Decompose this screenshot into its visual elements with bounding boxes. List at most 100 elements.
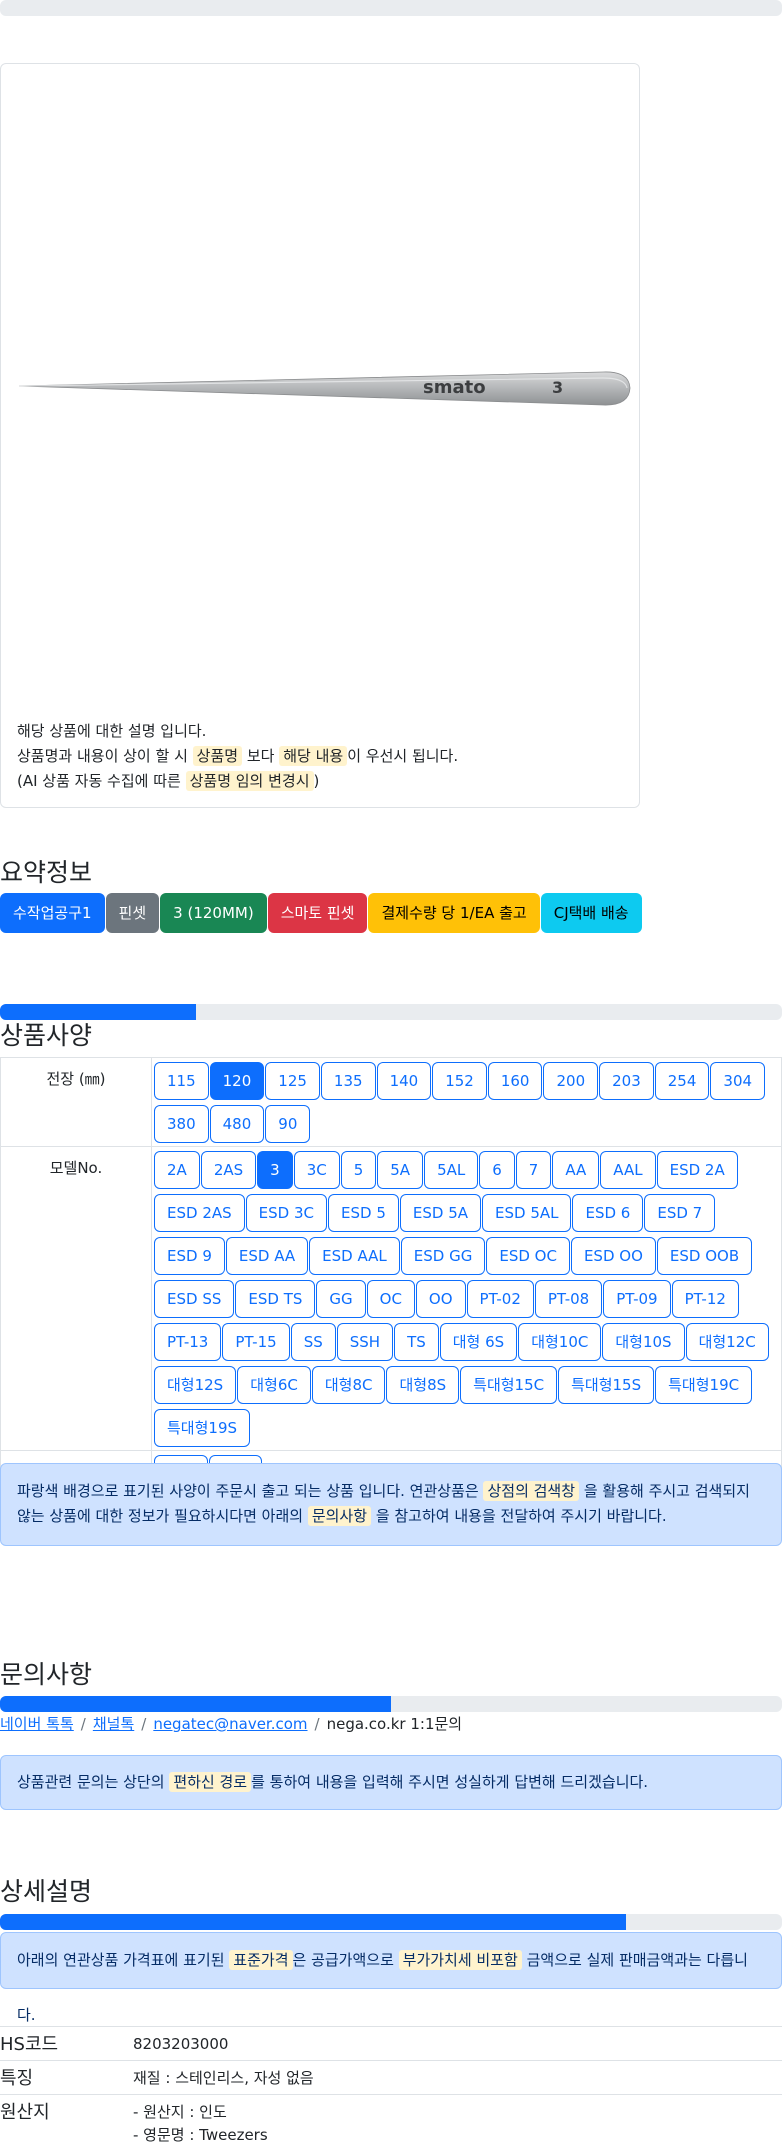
channel-talk-link[interactable]: 채널톡 bbox=[93, 1715, 134, 1733]
spec-option[interactable]: ESD 2AS bbox=[154, 1194, 245, 1232]
spec-option[interactable]: ESD OOB bbox=[656, 1237, 753, 1275]
spec-option[interactable]: PT-02 bbox=[466, 1280, 534, 1318]
inquiry-notice: 상품관련 문의는 상단의 편하신 경로 를 통하여 내용을 입력해 주시면 성실하… bbox=[0, 1755, 782, 1810]
spec-option[interactable]: AA bbox=[552, 1151, 600, 1189]
spec-row-length: 전장 (㎜) 115 120 125 135 140 152 160 200 203 254 304… bbox=[0, 1057, 782, 1147]
spec-option[interactable]: TS bbox=[394, 1323, 439, 1361]
spec-option[interactable]: PT-15 bbox=[222, 1323, 290, 1361]
spec-option[interactable]: 7 bbox=[515, 1151, 552, 1189]
spec-option[interactable]: 2A bbox=[154, 1151, 200, 1189]
badge-type: 핀셋 bbox=[105, 893, 160, 933]
desc-line-2: 상품명과 내용이 상이 할 시 상품명 보다 해당 내용 이 우선시 됩니다. bbox=[17, 746, 459, 766]
spec-option[interactable]: ESD 5 bbox=[328, 1194, 399, 1232]
spec-option[interactable]: 135 bbox=[320, 1062, 376, 1100]
spec-option[interactable]: 5A bbox=[377, 1151, 424, 1189]
spec-option[interactable]: 2AS bbox=[200, 1151, 257, 1189]
spec-option[interactable]: 120 bbox=[209, 1062, 265, 1100]
spec-option[interactable]: 203 bbox=[599, 1062, 654, 1100]
spec-option[interactable]: 304 bbox=[710, 1062, 766, 1100]
spec-label: 전장 (㎜) bbox=[0, 1057, 152, 1147]
spec-option[interactable]: 대형6C bbox=[237, 1366, 311, 1404]
spec-option[interactable]: 3C bbox=[293, 1151, 340, 1189]
spec-option[interactable]: SSH bbox=[336, 1323, 394, 1361]
spec-option[interactable]: AAL bbox=[600, 1151, 656, 1189]
info-row-hscode: HS코드 8203203000 bbox=[0, 2026, 782, 2061]
model-number-label: 3 bbox=[552, 378, 563, 397]
spec-option[interactable]: 152 bbox=[432, 1062, 487, 1100]
spec-option[interactable]: PT-08 bbox=[534, 1280, 603, 1318]
spec-option[interactable]: 대형8C bbox=[311, 1366, 386, 1404]
spec-option[interactable]: ESD OO bbox=[570, 1237, 656, 1275]
badge-quantity: 결제수량 당 1/EA 출고 bbox=[368, 893, 540, 933]
spec-option[interactable]: OC bbox=[366, 1280, 415, 1318]
spec-option[interactable]: 160 bbox=[487, 1062, 543, 1100]
spec-option[interactable]: PT-12 bbox=[671, 1280, 739, 1318]
summary-title: 요약정보 bbox=[0, 858, 93, 887]
spec-option[interactable]: 특대형15C bbox=[460, 1366, 558, 1404]
info-key: 원산지 bbox=[0, 2102, 50, 2123]
highlight-content: 해당 내용 bbox=[279, 746, 348, 766]
spec-label: 모델No. bbox=[0, 1146, 152, 1451]
desc-line-1: 해당 상품에 대한 설명 입니다. bbox=[17, 722, 207, 740]
spec-option[interactable]: ESD 7 bbox=[644, 1194, 716, 1232]
spec-option[interactable]: 140 bbox=[376, 1062, 432, 1100]
inquiry-progress-fill bbox=[0, 1696, 391, 1712]
spec-option[interactable]: ESD 3C bbox=[245, 1194, 327, 1232]
site-inquiry-text: nega.co.kr 1:1문의 bbox=[326, 1715, 463, 1733]
spec-option[interactable]: ESD GG bbox=[400, 1237, 486, 1275]
spec-table: 전장 (㎜) 115 120 125 135 140 152 160 200 203 254 304… bbox=[0, 1057, 782, 1497]
product-image-card: smato 3 해당 상품에 대한 설명 입니다. 상품명과 내용이 상이 할 … bbox=[0, 63, 640, 808]
spec-option[interactable]: GG bbox=[316, 1280, 366, 1318]
highlight-contact-route: 편하신 경로 bbox=[169, 1772, 252, 1792]
spec-option[interactable]: ESD AAL bbox=[309, 1237, 400, 1275]
spec-option[interactable]: 125 bbox=[265, 1062, 320, 1100]
spec-option[interactable]: 대형10S bbox=[602, 1323, 685, 1361]
spec-option[interactable]: ESD TS bbox=[235, 1280, 316, 1318]
spec-option[interactable]: 6 bbox=[479, 1151, 515, 1189]
info-row-feature: 특징 재질 : 스테인리스, 자성 없음 bbox=[0, 2060, 782, 2095]
spec-option[interactable]: ESD 5AL bbox=[482, 1194, 572, 1232]
spec-options-length: 115 120 125 135 140 152 160 200 203 254 304 380 480 9… bbox=[154, 1062, 779, 1143]
spec-option[interactable]: 대형12C bbox=[685, 1323, 769, 1361]
inquiry-progress-bar bbox=[0, 1696, 782, 1712]
spec-option[interactable]: 380 bbox=[154, 1105, 209, 1143]
badge-category: 수작업공구1 bbox=[0, 893, 105, 933]
spec-option[interactable]: 대형 6S bbox=[439, 1323, 518, 1361]
spec-option[interactable]: ESD 5A bbox=[399, 1194, 481, 1232]
spec-option[interactable]: SS bbox=[290, 1323, 336, 1361]
spec-option[interactable]: 특대형19S bbox=[154, 1409, 251, 1447]
spec-option[interactable]: 대형10C bbox=[518, 1323, 602, 1361]
spec-option[interactable]: 대형12S bbox=[154, 1366, 237, 1404]
highlight-product-name: 상품명 bbox=[192, 746, 243, 766]
spec-option[interactable]: 특대형19C bbox=[655, 1366, 753, 1404]
badge-shipping: CJ택배 배송 bbox=[540, 893, 642, 933]
inquiry-title: 문의사항 bbox=[0, 1660, 93, 1689]
naver-talk-link[interactable]: 네이버 톡톡 bbox=[0, 1715, 74, 1733]
spec-option[interactable]: ESD 2A bbox=[656, 1151, 738, 1189]
spec-option[interactable]: OO bbox=[415, 1280, 466, 1318]
spec-option[interactable]: 5AL bbox=[424, 1151, 479, 1189]
highlight-vat-excluded: 부가가치세 비포함 bbox=[398, 1950, 522, 1970]
spec-option[interactable]: 대형8S bbox=[386, 1366, 460, 1404]
email-link[interactable]: negatec@naver.com bbox=[153, 1715, 307, 1733]
spec-option[interactable]: 115 bbox=[154, 1062, 209, 1100]
spec-row-model: 모델No. 2A 2AS 3 3C 5 5A 5AL 6 7 AA AAL ESD 2A ESD 2AS… bbox=[0, 1146, 782, 1451]
spec-option[interactable]: ESD 9 bbox=[154, 1237, 225, 1275]
top-progress-bar bbox=[0, 0, 782, 16]
spec-option[interactable]: 90 bbox=[265, 1105, 311, 1143]
spec-option[interactable]: ESD 6 bbox=[572, 1194, 644, 1232]
spec-option[interactable]: PT-09 bbox=[603, 1280, 671, 1318]
spec-options-model: 2A 2AS 3 3C 5 5A 5AL 6 7 AA AAL ESD 2A ESD 2AS ESD 3C… bbox=[154, 1151, 779, 1447]
spec-option[interactable]: 200 bbox=[543, 1062, 599, 1100]
badge-size: 3 (120MM) bbox=[160, 893, 267, 933]
spec-option[interactable]: ESD AA bbox=[225, 1237, 309, 1275]
spec-option[interactable]: PT-13 bbox=[154, 1323, 222, 1361]
spec-option[interactable]: 3 bbox=[257, 1151, 293, 1189]
spec-option[interactable]: 특대형15S bbox=[558, 1366, 655, 1404]
spec-option[interactable]: 5 bbox=[340, 1151, 377, 1189]
spec-option[interactable]: 480 bbox=[209, 1105, 265, 1143]
spec-option[interactable]: 254 bbox=[654, 1062, 710, 1100]
spec-option[interactable]: ESD SS bbox=[154, 1280, 235, 1318]
info-value: 8203203000 bbox=[133, 2035, 229, 2053]
spec-option[interactable]: ESD OC bbox=[486, 1237, 570, 1275]
